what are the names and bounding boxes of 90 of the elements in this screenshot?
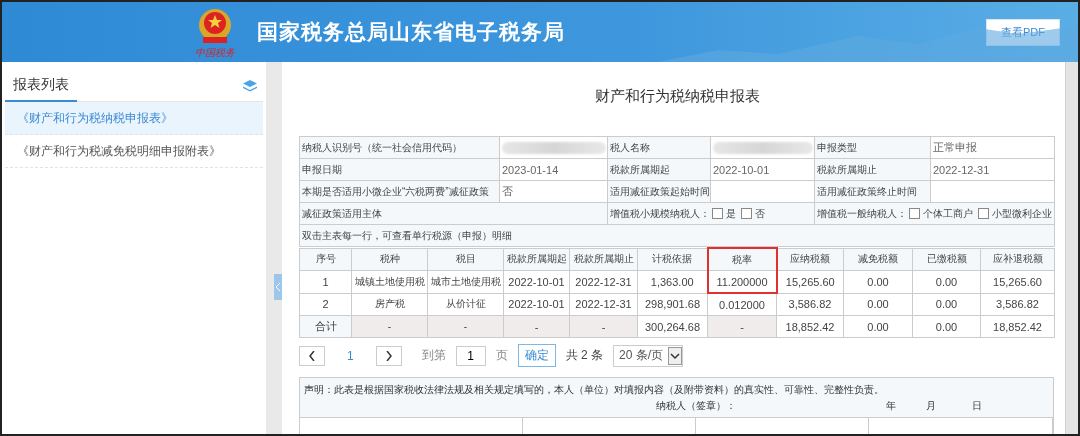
table-cell: 从价计征 (427, 293, 504, 316)
field-label: 税人名称 (608, 137, 711, 159)
table-cell: 1 (299, 270, 352, 293)
sidebar-item[interactable]: 《财产和行为税纳税申报表》 (5, 102, 263, 135)
table-cell: 0.00 (843, 293, 913, 316)
column-header: 税率 (707, 248, 777, 271)
view-pdf-button[interactable]: 查看PDF (986, 18, 1060, 46)
table-cell: 2022-10-01 (503, 293, 570, 316)
collapse-handle[interactable] (274, 274, 282, 300)
field-label: 纳税人识别号（统一社会信用代码） (300, 137, 500, 159)
total-cell: 0.00 (912, 315, 981, 338)
date-label: 年 (886, 399, 896, 413)
field-value: 2022-12-31 (931, 159, 1055, 181)
table-cell: 城市土地使用税 (427, 270, 504, 293)
notice-text: 双击主表每一行，可查看单行税源（申报）明细 (300, 225, 1055, 247)
page-number[interactable]: 1 (347, 348, 354, 363)
field-value: 正常申报 (931, 137, 1055, 159)
field-label: 税款所属期止 (815, 159, 931, 181)
site-title: 国家税务总局山东省电子税务局 (257, 19, 566, 45)
column-header: 税款所属期止 (569, 248, 638, 271)
checkbox-label: 个体工商户 (923, 206, 973, 221)
page-size-select[interactable]: 20 条/页 (613, 344, 684, 367)
field-label: 本期是否适用小微企业“六税两费”减征政策 (300, 181, 500, 203)
next-page-button[interactable] (375, 345, 402, 366)
field-label: 申报日期 (300, 159, 500, 181)
scrollbar[interactable] (1065, 62, 1078, 434)
page-unit-label: 页 (495, 347, 508, 364)
table-cell: 11.200000 (707, 270, 777, 293)
chevron-left-icon (275, 283, 281, 291)
field-value: 2022-10-01 (711, 159, 815, 181)
checkbox-label: 是 (726, 206, 736, 221)
date-label: 月 (926, 399, 936, 413)
goto-label: 到第 (421, 347, 446, 364)
checkbox-label: 否 (755, 206, 765, 221)
table-cell: 2022-12-31 (569, 270, 638, 293)
page-input[interactable]: 1 (455, 345, 486, 366)
total-cell: 18,852.42 (776, 315, 844, 338)
table-cell: 城镇土地使用税 (351, 270, 428, 293)
table-cell: 0.00 (912, 293, 981, 316)
checkbox[interactable] (712, 208, 723, 219)
chevron-right-icon (385, 350, 392, 361)
form-title: 财产和行为税纳税申报表 (593, 87, 761, 106)
table-cell: 3,586.82 (980, 293, 1055, 316)
field-label: 增值税小规模纳税人： (610, 206, 710, 221)
layers-icon[interactable] (243, 80, 257, 93)
column-header: 序号 (299, 248, 352, 271)
sidebar-item[interactable]: 《财产和行为税减免税明细申报附表》 (5, 135, 263, 168)
table-cell: 0.00 (843, 270, 913, 293)
column-header: 应补退税额 (980, 248, 1055, 271)
checkbox[interactable] (741, 208, 752, 219)
checkbox[interactable] (909, 208, 920, 219)
table-cell: 298,901.68 (637, 293, 708, 316)
emblem-caption: 中国税务 (195, 46, 235, 58)
column-header: 计税依据 (637, 248, 708, 271)
checkbox[interactable] (978, 208, 989, 219)
confirm-button[interactable]: 确定 (517, 344, 556, 367)
signature-label: 纳税人（签章）： (656, 399, 736, 413)
field-label: 税款所属期起 (608, 159, 711, 181)
column-header: 应纳税额 (776, 248, 844, 271)
column-header: 已缴税额 (912, 248, 981, 271)
table-cell: 3,586.82 (776, 293, 844, 316)
field-value: 2023-01-14 (500, 159, 608, 181)
field-label: 适用减征政策终止时间 (815, 181, 931, 203)
total-cell: 0.00 (843, 315, 913, 338)
table-cell: 2022-12-31 (569, 293, 638, 316)
checkbox-label: 小型微利企业 (992, 206, 1052, 221)
previous-page-button[interactable] (299, 345, 325, 366)
field-label: 申报类型 (815, 137, 931, 159)
table-cell: 2022-10-01 (503, 270, 570, 293)
date-label: 日 (972, 399, 982, 413)
field-value: 否 (500, 181, 608, 203)
table-cell: 2 (299, 293, 352, 316)
total-count: 共 2 条 (565, 347, 604, 364)
total-cell: 合计 (299, 315, 352, 338)
table-cell: 15,265.60 (980, 270, 1055, 293)
table-cell: 房产税 (351, 293, 428, 316)
field-label: 增值税一般纳税人： (817, 206, 907, 221)
total-cell: 300,264.68 (637, 315, 708, 338)
table-cell: 0.012000 (707, 293, 777, 316)
column-header: 税目 (427, 248, 504, 271)
table-cell: 15,265.60 (776, 270, 844, 293)
column-header: 税款所属期起 (503, 248, 570, 271)
table-cell: 0.00 (912, 270, 981, 293)
chevron-left-icon (309, 350, 315, 361)
column-header: 税种 (351, 248, 428, 271)
declaration-text: 声明：此表是根据国家税收法律法规及相关规定填写的，本人（单位）对填报内容（及附带资料）的真实性、可靠性、完整性负责。 (303, 383, 885, 397)
field-label: 适用减征政策起始时间 (608, 181, 711, 203)
column-header: 减免税额 (843, 248, 913, 271)
field-label: 减征政策适用主体 (300, 203, 608, 225)
total-cell: 18,852.42 (980, 315, 1055, 338)
